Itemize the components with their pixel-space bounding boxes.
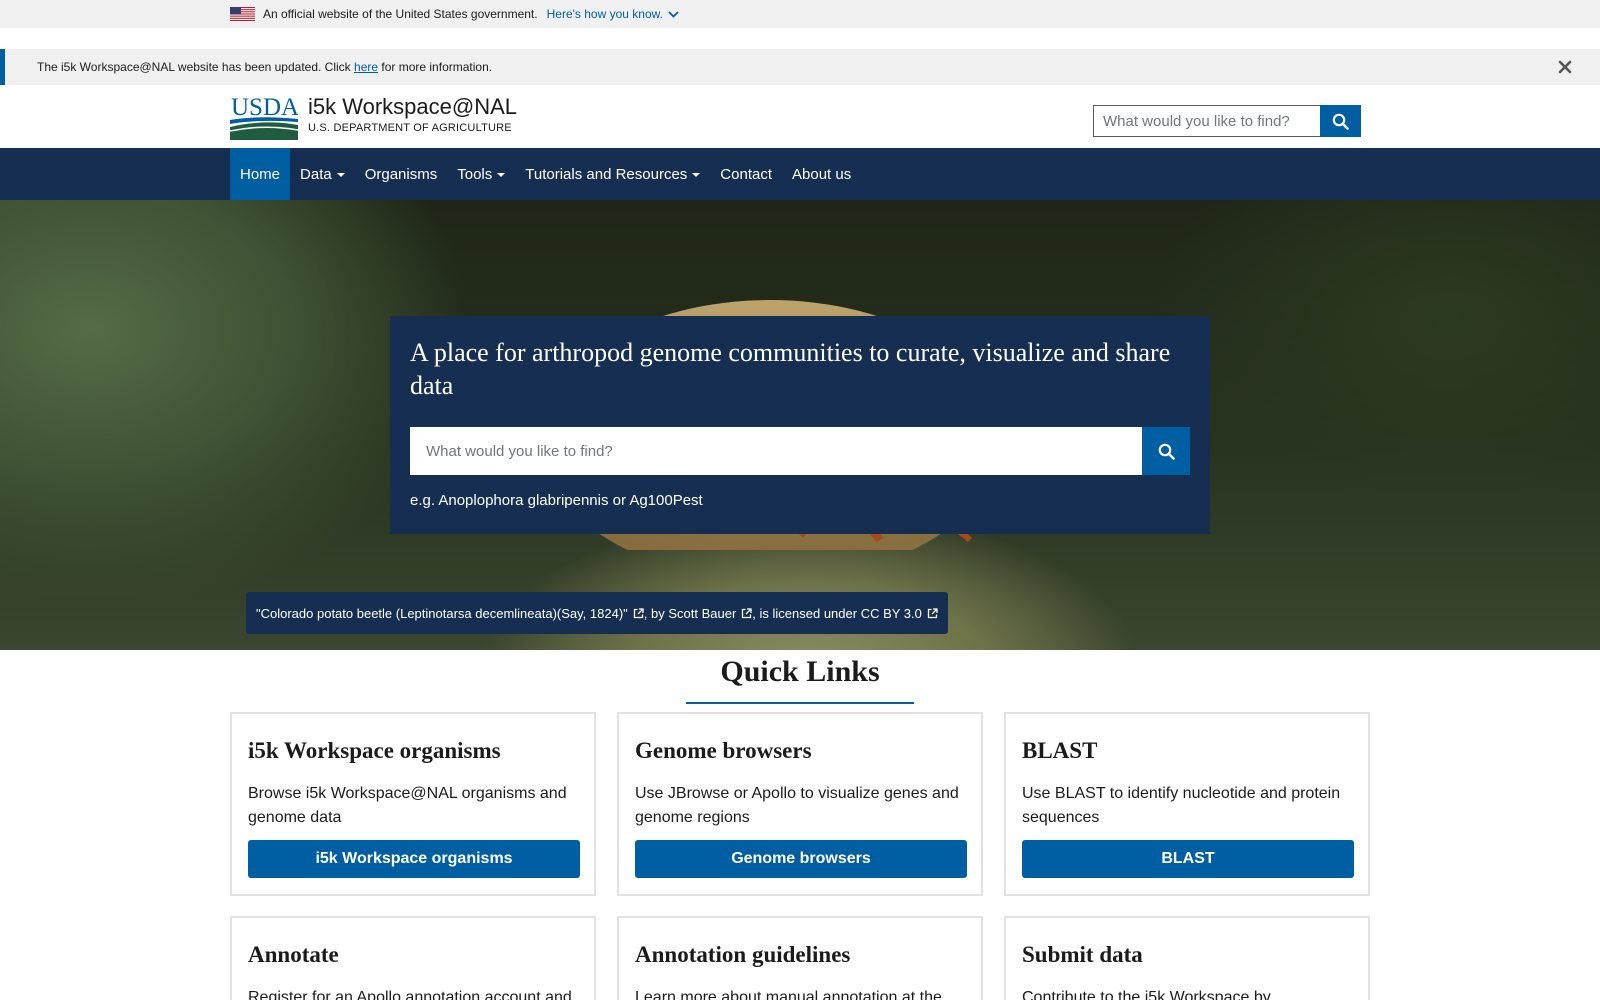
card-text: Learn more about manual annotation at th… (635, 989, 942, 1000)
nav-item-data[interactable]: Data (290, 148, 355, 200)
hero-search-input[interactable] (410, 427, 1142, 475)
how-you-know-link[interactable]: Here's how you know. (547, 7, 679, 21)
header-search-button[interactable] (1320, 105, 1361, 137)
hero-search-button[interactable] (1142, 427, 1190, 475)
gov-banner: An official website of the United States… (0, 0, 1600, 28)
site-update-alert: The i5k Workspace@NAL website has been u… (0, 49, 1600, 85)
card-text: Register for an Apollo annotation accoun… (248, 989, 572, 1000)
alert-here-link[interactable]: here (354, 60, 378, 74)
close-icon[interactable] (1556, 58, 1574, 76)
nav-item-label: Tools (457, 165, 493, 183)
card-title: i5k Workspace organisms (248, 738, 501, 763)
nav-item-organisms[interactable]: Organisms (355, 148, 448, 200)
nav-item-contact[interactable]: Contact (710, 148, 782, 200)
genome-browsers-button[interactable]: Genome browsers (635, 840, 967, 878)
nav-item-about[interactable]: About us (782, 148, 861, 200)
nav-item-label: Home (240, 165, 281, 183)
alert-text-before: The i5k Workspace@NAL website has been u… (37, 60, 355, 74)
credit-work-title: "Colorado potato beetle (Leptinotarsa de… (256, 605, 628, 621)
card-text: Contribute to the i5k Workspace by (1022, 989, 1271, 1000)
nav-item-home[interactable]: Home (230, 148, 291, 200)
credit-license: CC BY 3.0 (860, 605, 922, 621)
card-title: Submit data (1022, 942, 1143, 967)
quick-links-divider (686, 702, 914, 704)
nav-item-label: Organisms (364, 165, 438, 183)
caret-down-icon (336, 173, 345, 177)
image-credit-author-link[interactable]: Scott Bauer (668, 606, 752, 621)
caret-down-icon (692, 173, 701, 177)
external-link-icon (742, 607, 752, 618)
search-icon (1158, 443, 1175, 460)
external-link-icon (633, 607, 644, 618)
credit-licensed-text: , is licensed under (752, 605, 861, 621)
search-icon (1332, 113, 1349, 130)
organisms-button[interactable]: i5k Workspace organisms (248, 840, 580, 878)
caret-down-icon (497, 173, 506, 177)
quick-link-card-organisms: i5k Workspace organisms Browse i5k Works… (230, 712, 596, 896)
card-text: Use BLAST to identify nucleotide and pro… (1022, 785, 1341, 826)
site-header: USDA i5k Workspace@NAL U.S. DEPARTMENT O… (0, 85, 1600, 148)
card-title: Annotation guidelines (635, 942, 851, 967)
nav-item-tools[interactable]: Tools (447, 148, 515, 200)
usda-logo-text: USDA (231, 94, 298, 121)
credit-author: Scott Bauer (668, 605, 737, 621)
blast-button[interactable]: BLAST (1022, 840, 1354, 878)
main-nav: Home Data Organisms Tools Tutorials and … (0, 148, 1600, 200)
alert-text-after: for more information. (378, 60, 493, 74)
quick-link-card-annotate: Annotate Register for an Apollo annotati… (230, 916, 596, 1000)
gov-banner-content: An official website of the United States… (230, 0, 679, 28)
site-subtitle: U.S. DEPARTMENT OF AGRICULTURE (308, 122, 512, 134)
main-nav-items: Home Data Organisms Tools Tutorials and … (230, 148, 861, 200)
hero-search-panel: A place for arthropod genome communities… (390, 316, 1210, 534)
usda-logo[interactable]: USDA (230, 93, 298, 140)
hero-title: A place for arthropod genome communities… (410, 338, 1171, 400)
image-credit-work-link[interactable]: "Colorado potato beetle (Leptinotarsa de… (256, 606, 644, 621)
us-flag-icon (230, 7, 255, 21)
card-title: BLAST (1022, 738, 1098, 763)
quick-link-card-submit-data: Submit data Contribute to the i5k Worksp… (1004, 916, 1370, 1000)
alert-message: The i5k Workspace@NAL website has been u… (37, 49, 492, 85)
hero-banner: A place for arthropod genome communities… (0, 200, 1600, 650)
quick-links-title: Quick Links (720, 655, 880, 688)
card-title: Annotate (248, 942, 339, 967)
card-text: Browse i5k Workspace@NAL organisms and g… (248, 785, 567, 826)
hero-search-example: e.g. Anoplophora glabripennis or Ag100Pe… (410, 492, 703, 509)
card-text: Use JBrowse or Apollo to visualize genes… (635, 785, 959, 826)
image-credit-license-link[interactable]: CC BY 3.0 (861, 606, 938, 621)
header-search (1093, 105, 1361, 137)
card-title: Genome browsers (635, 738, 812, 763)
hero-search (410, 427, 1190, 475)
how-you-know-label: Here's how you know. (546, 7, 663, 21)
nav-item-label: Tutorials and Resources (525, 165, 688, 183)
nav-item-label: Contact (720, 165, 772, 183)
header-search-input[interactable] (1093, 105, 1320, 137)
gov-banner-text: An official website of the United States… (263, 7, 538, 21)
quick-link-card-blast: BLAST Use BLAST to identify nucleotide a… (1004, 712, 1370, 896)
image-credit: "Colorado potato beetle (Leptinotarsa de… (246, 592, 948, 634)
quick-link-card-annotation-guidelines: Annotation guidelines Learn more about m… (617, 916, 983, 1000)
credit-by-text: , by (643, 605, 669, 621)
nav-item-label: Data (300, 165, 332, 183)
nav-item-tutorials[interactable]: Tutorials and Resources (515, 148, 710, 200)
chevron-down-icon (668, 10, 679, 18)
nav-item-label: About us (792, 165, 852, 183)
quick-link-card-genome-browsers: Genome browsers Use JBrowse or Apollo to… (617, 712, 983, 896)
site-title[interactable]: i5k Workspace@NAL (308, 94, 517, 120)
external-link-icon (927, 607, 938, 618)
